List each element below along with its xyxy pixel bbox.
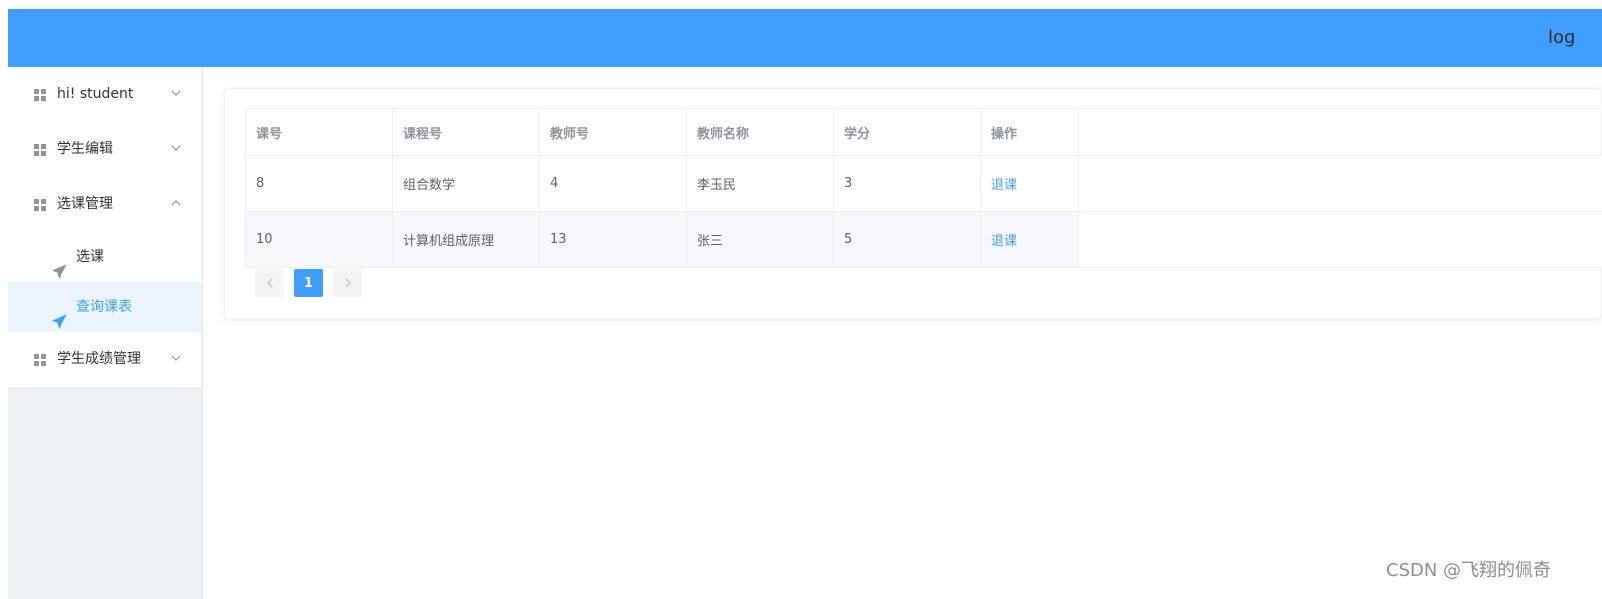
top-header: log [8, 9, 1602, 67]
sidebar-menu: hi! student 学生编辑 选课管理 选课 查询课表 学生成绩管理 [8, 67, 201, 387]
column-header: 操作 [981, 109, 1079, 155]
table-cell: 退课 [981, 212, 1079, 267]
drop-course-button[interactable]: 退课 [991, 230, 1017, 249]
table-cell: 组合数学 [393, 156, 540, 211]
watermark: CSDN @飞翔的佩奇 [1386, 560, 1552, 581]
table-cell: 张三 [687, 212, 834, 267]
sidebar: hi! student 学生编辑 选课管理 选课 查询课表 学生成绩管理 [8, 67, 203, 599]
submenu-query-schedule[interactable]: 查询课表 [8, 282, 201, 332]
table-header-row: 课号 课程号 教师号 教师名称 学分 操作 [246, 109, 1602, 156]
menu-label: 学生编辑 [57, 141, 113, 157]
page-number-button[interactable]: 1 [294, 269, 323, 297]
schedule-card: 课号 课程号 教师号 教师名称 学分 操作 8 组合数学 4 李玉民 3 退课 … [224, 88, 1602, 319]
menu-label: hi! student [57, 86, 134, 102]
table-filler [1079, 212, 1602, 267]
chevron-down-icon [170, 122, 184, 177]
table-row: 10 计算机组成原理 13 张三 5 退课 [246, 212, 1602, 268]
menu-label: 学生成绩管理 [57, 351, 141, 367]
submenu-label: 选课 [76, 249, 104, 265]
grid-icon [34, 199, 47, 212]
menu-grade-management[interactable]: 学生成绩管理 [8, 332, 201, 387]
chevron-left-icon [266, 278, 272, 288]
table-filler [1079, 109, 1602, 155]
next-page-button[interactable] [333, 269, 362, 297]
chevron-down-icon [170, 332, 184, 387]
menu-student-edit[interactable]: 学生编辑 [8, 122, 201, 177]
grid-icon [34, 89, 47, 102]
drop-course-button[interactable]: 退课 [991, 174, 1017, 193]
chevron-up-icon [170, 177, 184, 232]
menu-label: 选课管理 [57, 196, 113, 212]
schedule-table: 课号 课程号 教师号 教师名称 学分 操作 8 组合数学 4 李玉民 3 退课 … [245, 108, 1602, 268]
table-cell: 8 [246, 156, 393, 211]
table-filler [1079, 156, 1602, 211]
table-cell: 10 [246, 212, 393, 267]
grid-icon [34, 144, 47, 157]
column-header: 课号 [246, 109, 393, 155]
logout-button[interactable]: log [1548, 27, 1575, 48]
column-header: 教师名称 [687, 109, 834, 155]
chevron-down-icon [170, 67, 184, 122]
table-cell: 3 [834, 156, 981, 211]
table-cell: 李玉民 [687, 156, 834, 211]
table-cell: 退课 [981, 156, 1079, 211]
menu-course-management[interactable]: 选课管理 [8, 177, 201, 232]
menu-hi-student[interactable]: hi! student [8, 67, 201, 122]
paper-plane-icon [52, 250, 67, 279]
column-header: 教师号 [540, 109, 687, 155]
table-row: 8 组合数学 4 李玉民 3 退课 [246, 156, 1602, 212]
table-cell: 计算机组成原理 [393, 212, 540, 267]
pagination: 1 [255, 269, 372, 297]
prev-page-button[interactable] [255, 269, 284, 297]
chevron-right-icon [345, 278, 351, 288]
table-cell: 5 [834, 212, 981, 267]
table-cell: 4 [540, 156, 687, 211]
table-cell: 13 [540, 212, 687, 267]
column-header: 学分 [834, 109, 981, 155]
column-header: 课程号 [393, 109, 540, 155]
paper-plane-icon [52, 300, 67, 329]
submenu-label: 查询课表 [76, 299, 132, 315]
grid-icon [34, 354, 47, 367]
submenu-select-course[interactable]: 选课 [8, 232, 201, 282]
